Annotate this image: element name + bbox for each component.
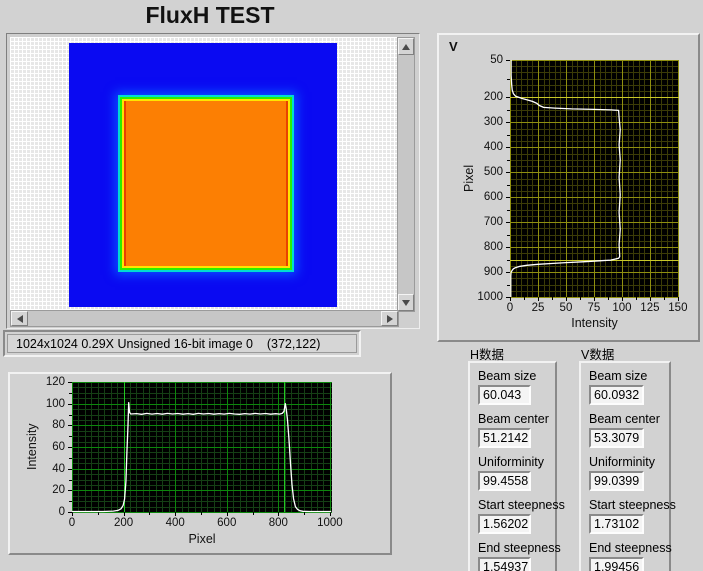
x-tick-label: 125 <box>640 302 660 314</box>
image-status-bar: 1024x1024 0.29X Unsigned 16-bit image 0 … <box>3 330 361 357</box>
v-graph-x-axis-label: Intensity <box>571 316 618 330</box>
field-label: Start steepness <box>589 498 676 512</box>
h-profile-graph: Intensity Pixel 0 200 400 600 800 1000 0 20 40 60… <box>8 372 392 555</box>
field-value: 1.73102 <box>589 514 644 534</box>
field-label: Beam size <box>589 369 648 383</box>
y-tick-label: 50 <box>490 54 503 66</box>
y-tick-label: 80 <box>52 419 65 432</box>
y-tick-label: 900 <box>483 266 503 279</box>
x-tick-label: 50 <box>559 302 573 314</box>
arrow-down-icon <box>402 299 410 306</box>
status-inner: 1024x1024 0.29X Unsigned 16-bit image 0 … <box>7 334 357 353</box>
x-tick-label: 0 <box>506 302 514 314</box>
field-label: End steepness <box>589 541 672 555</box>
y-tick-label: 20 <box>52 484 65 497</box>
y-tick-label: 300 <box>483 116 503 129</box>
v-graph-plot-area: 0 25 50 75 100 125 150 50 200 300 400 500 600 700 800 9… <box>477 54 687 314</box>
field-label: Uniforminity <box>589 455 655 469</box>
vertical-scrollbar[interactable] <box>397 37 415 312</box>
v-graph-title: V <box>449 39 458 54</box>
beam-spot <box>124 101 288 266</box>
y-tick-label: 0 <box>58 506 65 518</box>
x-tick-label: 200 <box>113 517 134 529</box>
page-title: FluxH TEST <box>145 2 275 28</box>
field-value: 1.56202 <box>478 514 531 534</box>
x-tick-label: 400 <box>165 517 185 529</box>
x-tick-label: 800 <box>268 517 288 529</box>
y-tick-label: 100 <box>45 397 65 410</box>
x-tick-label: 25 <box>531 302 545 314</box>
horizontal-scrollbar[interactable] <box>10 310 399 327</box>
beam-heatmap-image <box>69 43 337 307</box>
h-data-panel: Beam size 60.043 Beam center 51.2142 Uniform… <box>468 361 565 571</box>
y-tick-label: 120 <box>45 376 65 388</box>
scroll-right-button[interactable] <box>381 311 398 326</box>
field-label: Beam size <box>478 369 537 383</box>
x-tick-label: 1000 <box>317 517 343 529</box>
x-tick-label: 0 <box>68 517 76 529</box>
arrow-up-icon <box>402 43 410 50</box>
field-value: 51.2142 <box>478 428 531 448</box>
field-value: 53.3079 <box>589 428 644 448</box>
y-tick-label: 700 <box>483 216 503 229</box>
image-display[interactable] <box>10 37 397 310</box>
y-tick-label: 1000 <box>477 291 503 303</box>
field-value: 1.54937 <box>478 557 531 571</box>
field-value: 1.99456 <box>589 557 644 571</box>
arrow-left-icon <box>16 314 23 323</box>
x-tick-label: 75 <box>587 302 601 314</box>
field-label: Start steepness <box>478 498 565 512</box>
scroll-up-button[interactable] <box>398 38 414 55</box>
field-label: Beam center <box>589 412 660 426</box>
field-label: Beam center <box>478 412 549 426</box>
h-graph-x-axis-label: Pixel <box>188 532 216 546</box>
image-display-panel <box>6 33 420 329</box>
field-label: End steepness <box>478 541 561 555</box>
field-value: 60.0932 <box>589 385 644 405</box>
v-profile-graph: V Pixel Intensity 0 25 50 75 100 125 150 50 200 3… <box>437 33 700 342</box>
x-tick-label: 600 <box>217 517 237 529</box>
flux-test-window: FluxH TEST 1024x1024 0.29X Unsigned 16-b… <box>0 0 703 571</box>
v-graph-y-axis-label: Pixel <box>462 164 476 193</box>
h-graph-plot-area: 0 200 400 600 800 1000 0 20 40 60 80 100 120 <box>46 376 343 529</box>
field-value: 60.043 <box>478 385 531 405</box>
x-tick-label: 150 <box>668 302 688 314</box>
v-data-panel: Beam size 60.0932 Beam center 53.3079 Unifor… <box>579 361 676 571</box>
y-tick-label: 40 <box>52 462 65 475</box>
arrow-right-icon <box>386 314 393 323</box>
h-graph-y-axis-label: Intensity <box>25 423 39 471</box>
y-tick-label: 400 <box>483 141 503 154</box>
field-value: 99.0399 <box>589 471 644 491</box>
scroll-down-button[interactable] <box>398 294 414 311</box>
y-tick-label: 500 <box>483 166 503 179</box>
y-tick-label: 800 <box>483 241 503 254</box>
image-status-text: 1024x1024 0.29X Unsigned 16-bit image 0 … <box>16 336 321 351</box>
scroll-left-button[interactable] <box>11 311 28 326</box>
y-tick-label: 200 <box>483 91 503 104</box>
y-tick-label: 600 <box>483 191 503 204</box>
x-tick-label: 100 <box>612 302 632 314</box>
field-label: Uniforminity <box>478 455 544 469</box>
field-value: 99.4558 <box>478 471 531 491</box>
y-tick-label: 60 <box>52 441 65 453</box>
